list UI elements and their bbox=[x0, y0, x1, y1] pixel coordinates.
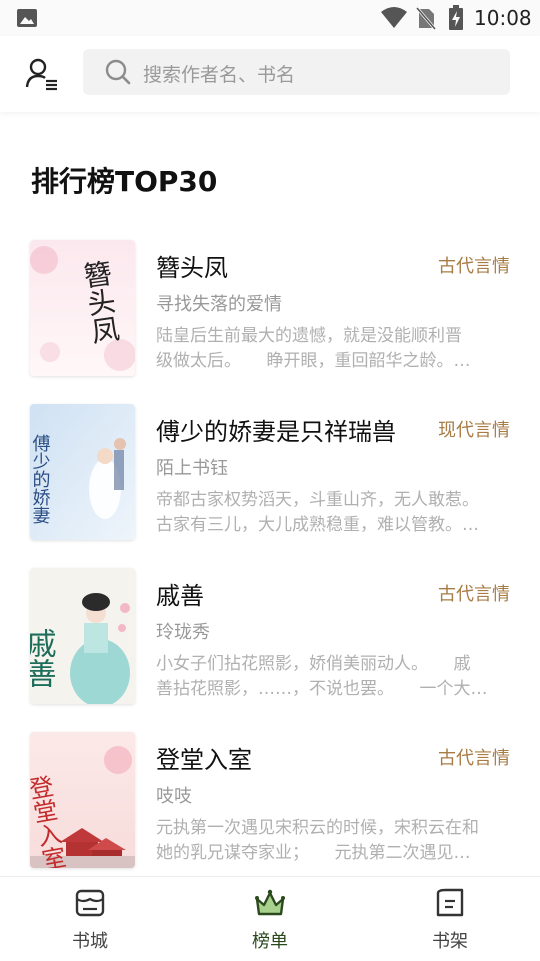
book-description: 帝都古家权势滔天，斗重山齐，无人敢惹。 古家有三儿，大儿成熟稳重，难以管教。… bbox=[156, 488, 504, 538]
desc-line: 帝都古家权势滔天，斗重山齐，无人敢惹。 bbox=[156, 490, 479, 510]
book-title[interactable]: 登堂入室 bbox=[156, 740, 252, 775]
desc-line: 善拈花照影，……，不说也罢。 一个大… bbox=[156, 679, 488, 699]
tab-ranking[interactable]: 榜单 bbox=[180, 877, 360, 961]
book-author: 玲珑秀 bbox=[156, 622, 210, 643]
no-sim-icon bbox=[416, 7, 436, 30]
desc-line: 古家有三儿，大儿成熟稳重，难以管教。… bbox=[156, 515, 479, 535]
book-cover[interactable]: 簪头凤 bbox=[30, 240, 135, 376]
cover-title-text: 戚善 bbox=[30, 628, 57, 688]
book-title[interactable]: 簪头凤 bbox=[156, 248, 228, 283]
page-title: 排行榜TOP30 bbox=[31, 165, 218, 198]
book-list: 簪头凤 簪头凤 古代言情 寻找失落的爱情 陆皇后生前最大的遗憾，就是没能顺利晋 … bbox=[0, 240, 540, 896]
battery-charging-icon bbox=[449, 5, 463, 30]
book-item[interactable]: 傅少的娇妻 傅少的娇妻是只祥瑞兽 现代言情 陌上书钰 帝都古家权势滔天，斗重山齐… bbox=[0, 404, 540, 568]
book-item[interactable]: 戚善 戚善 古代言情 玲珑秀 小女子们拈花照影，娇俏美丽动人。 戚 善拈花照影，… bbox=[0, 568, 540, 732]
crown-icon bbox=[255, 889, 285, 916]
desc-line: 元执第一次遇见宋积云的时候，宋积云在和 bbox=[156, 818, 479, 838]
book-item[interactable]: 簪头凤 簪头凤 古代言情 寻找失落的爱情 陆皇后生前最大的遗憾，就是没能顺利晋 … bbox=[0, 240, 540, 404]
status-bar: 10:08 bbox=[0, 0, 540, 36]
desc-line: 陆皇后生前最大的遗憾，就是没能顺利晋 bbox=[156, 326, 462, 346]
desc-line: 小女子们拈花照影，娇俏美丽动人。 戚 bbox=[156, 654, 471, 674]
book-cover[interactable]: 戚善 bbox=[30, 568, 135, 704]
book-author: 陌上书钰 bbox=[156, 458, 228, 479]
tab-label: 书架 bbox=[432, 931, 468, 952]
book-author: 寻找失落的爱情 bbox=[156, 294, 282, 315]
desc-line: 她的乳兄谋夺家业； 元执第二次遇见… bbox=[156, 843, 471, 863]
bottom-tab-bar: 书城 榜单 书架 bbox=[0, 876, 540, 961]
status-time: 10:08 bbox=[474, 6, 532, 30]
store-icon bbox=[75, 889, 105, 917]
book-item[interactable]: 登堂入室 登堂入室 古代言情 吱吱 元执第一次遇见宋积云的时候，宋积云在和 她的… bbox=[0, 732, 540, 896]
book-description: 陆皇后生前最大的遗憾，就是没能顺利晋 级做太后。 睁开眼，重回韶华之龄。… bbox=[156, 324, 504, 374]
user-menu-icon[interactable] bbox=[24, 56, 60, 92]
search-icon bbox=[105, 59, 131, 85]
tab-bookshelf[interactable]: 书架 bbox=[360, 877, 540, 961]
tab-label: 书城 bbox=[72, 931, 108, 952]
bookshelf-icon bbox=[436, 888, 464, 917]
genre-tag: 古代言情 bbox=[438, 584, 510, 605]
book-description: 小女子们拈花照影，娇俏美丽动人。 戚 善拈花照影，……，不说也罢。 一个大… bbox=[156, 652, 504, 702]
genre-tag: 古代言情 bbox=[438, 256, 510, 277]
book-title[interactable]: 傅少的娇妻是只祥瑞兽 bbox=[156, 412, 396, 447]
top-bar: 搜索作者名、书名 bbox=[0, 36, 540, 112]
cover-title-text: 傅少的娇妻 bbox=[30, 434, 51, 525]
tab-label: 榜单 bbox=[252, 931, 288, 952]
gallery-icon bbox=[17, 9, 37, 27]
book-description: 元执第一次遇见宋积云的时候，宋积云在和 她的乳兄谋夺家业； 元执第二次遇见… bbox=[156, 816, 504, 866]
tab-bookstore[interactable]: 书城 bbox=[0, 877, 180, 961]
book-title[interactable]: 戚善 bbox=[156, 576, 204, 611]
book-cover[interactable]: 傅少的娇妻 bbox=[30, 404, 135, 540]
genre-tag: 古代言情 bbox=[438, 748, 510, 769]
book-author: 吱吱 bbox=[156, 786, 192, 807]
genre-tag: 现代言情 bbox=[438, 420, 510, 441]
wifi-icon bbox=[381, 7, 407, 28]
desc-line: 级做太后。 睁开眼，重回韶华之龄。… bbox=[156, 351, 471, 371]
search-placeholder: 搜索作者名、书名 bbox=[143, 64, 296, 86]
search-input[interactable]: 搜索作者名、书名 bbox=[83, 49, 510, 95]
book-cover[interactable]: 登堂入室 bbox=[30, 732, 135, 868]
